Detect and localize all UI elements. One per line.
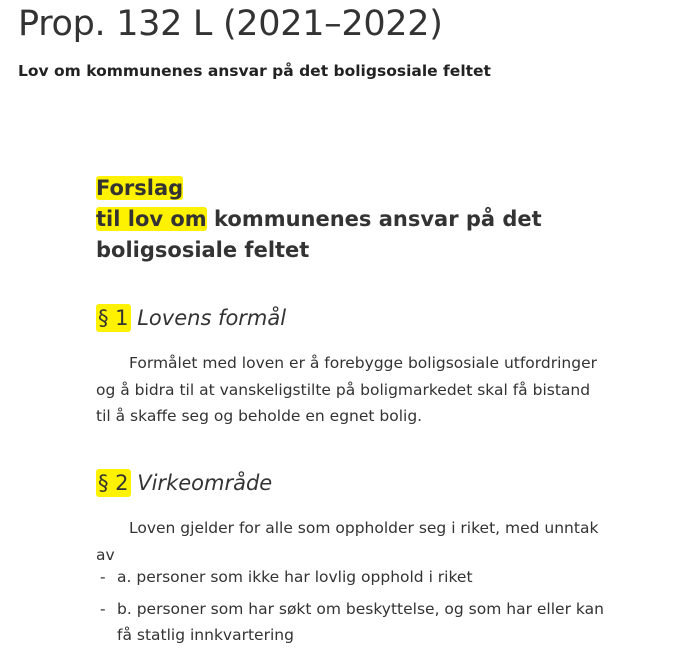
list-item-text: b. personer som har søkt om beskyttelse,… (117, 600, 604, 644)
section-number: § 2 (96, 469, 131, 497)
exception-list: - a. personer som ikke har lovlig opphold… (100, 564, 620, 654)
law-heading-line-3: boligsosiale feltet (96, 238, 310, 262)
section-heading-1: § 1 Lovens formål (96, 303, 286, 333)
section-heading-2: § 2 Virkeområde (96, 468, 272, 498)
search-highlight: til lov om (96, 207, 207, 231)
section-2-paragraph: Loven gjelder for alle som oppholder seg… (96, 519, 599, 564)
document-title: Prop. 132 L (2021–2022) (18, 4, 443, 44)
law-heading-line-2: til lov om kommunenes ansvar på det (96, 204, 542, 235)
list-item: - b. personer som har søkt om beskyttelse… (100, 596, 620, 648)
list-item-text: a. personer som ikke har lovlig opphold … (117, 568, 473, 586)
search-highlight: Forslag (96, 176, 184, 200)
list-marker: - (100, 600, 106, 618)
list-item: - a. personer som ikke har lovlig opphold… (100, 564, 620, 590)
section-title: Virkeområde (137, 471, 273, 495)
list-marker: - (100, 568, 106, 586)
document-subtitle: Lov om kommunenes ansvar på det boligsos… (18, 62, 491, 80)
section-title: Lovens formål (137, 306, 287, 330)
law-heading: Forslag til lov om kommunenes ansvar på … (96, 173, 542, 266)
section-number: § 1 (96, 304, 131, 332)
law-heading-text: kommunenes ansvar på det (206, 207, 542, 231)
section-1-paragraph: Formålet med loven er å forebygge boligs… (96, 354, 597, 425)
law-heading-line-1: Forslag (96, 173, 542, 204)
